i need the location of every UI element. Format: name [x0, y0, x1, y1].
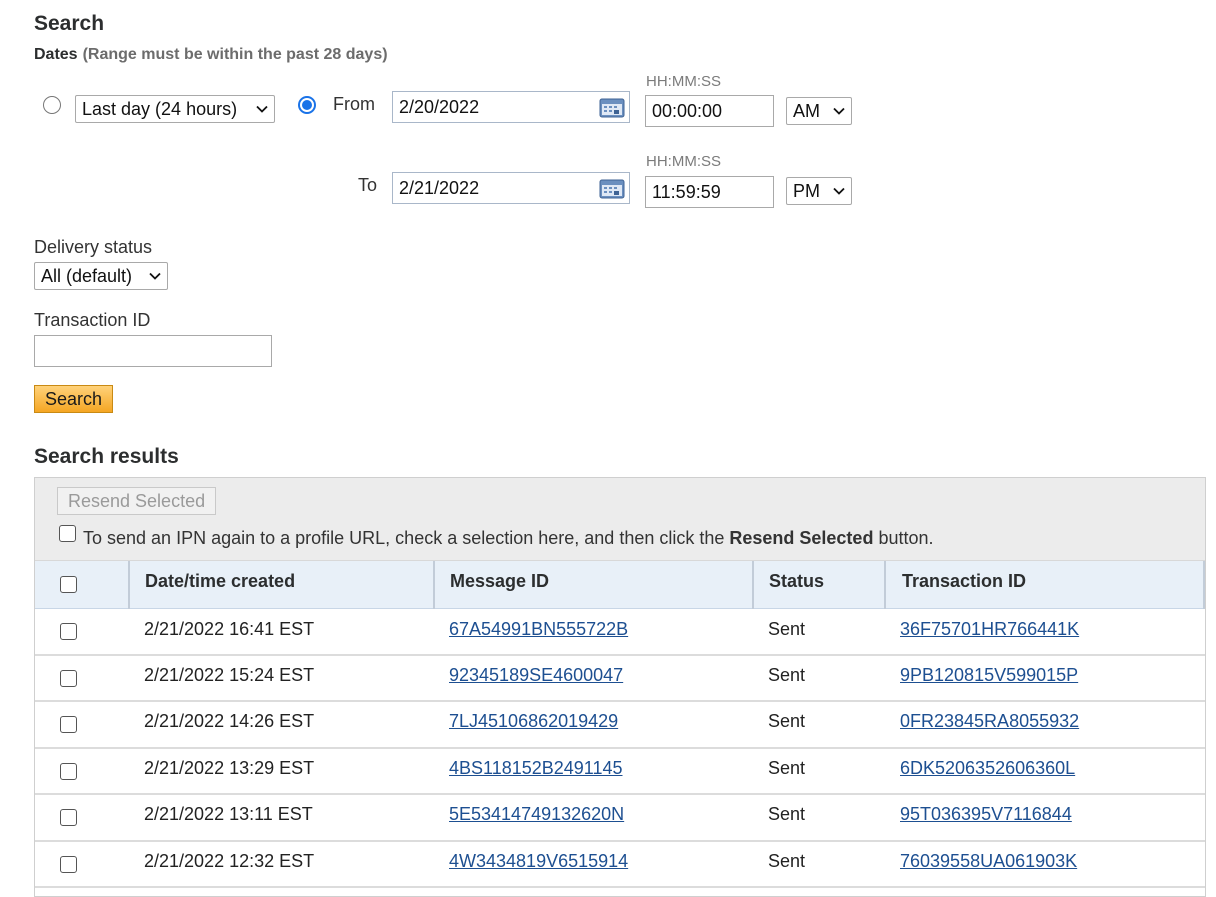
to-date-input[interactable]: 2/21/2022 [392, 172, 630, 204]
row-checkbox[interactable] [60, 623, 77, 640]
row-date: 2/21/2022 15:24 EST [144, 664, 315, 685]
range-radio-custom[interactable] [298, 96, 316, 114]
results-panel: Resend Selected To send an IPN again to … [34, 477, 1206, 897]
range-radio-last-day[interactable] [43, 96, 61, 114]
dates-header: Dates (Range must be within the past 28 … [34, 43, 388, 64]
results-table-body: 2/21/2022 16:41 EST 67A54991BN555722B Se… [35, 609, 1205, 888]
table-row: 2/21/2022 13:11 EST 5E53414749132620N Se… [35, 795, 1205, 842]
row-status: Sent [768, 757, 806, 778]
column-header-status[interactable]: Status [752, 561, 884, 609]
results-toolbar: Resend Selected To send an IPN again to … [35, 478, 1205, 561]
column-header-date-label: Date/time created [145, 571, 296, 591]
row-checkbox[interactable] [60, 716, 77, 733]
chevron-down-icon [149, 272, 161, 280]
select-all-checkbox[interactable] [60, 576, 77, 593]
row-message-id-link[interactable]: 7LJ45106862019429 [449, 711, 618, 732]
row-status: Sent [768, 619, 806, 639]
row-transaction-id-link[interactable]: 36F75701HR766441K [900, 619, 1079, 640]
column-header-status-label: Status [769, 571, 825, 591]
to-label: To [358, 175, 378, 195]
resend-toggle-checkbox[interactable] [59, 525, 76, 542]
resend-instructions-bold: Resend Selected [729, 528, 874, 548]
row-transaction-id-link[interactable]: 76039558UA061903K [900, 851, 1077, 872]
to-ampm-value: PM [793, 180, 820, 201]
resend-instructions-prefix: To send an IPN again to a profile URL, c… [83, 528, 730, 548]
row-transaction-id-link[interactable]: 95T036395V7116844 [900, 804, 1072, 825]
row-status: Sent [768, 711, 806, 731]
chevron-down-icon [833, 107, 845, 115]
row-message-id-link[interactable]: 92345189SE4600047 [449, 665, 623, 686]
row-date: 2/21/2022 16:41 EST [144, 619, 315, 639]
row-message-id-link[interactable]: 5E53414749132620N [449, 804, 624, 825]
to-time-input[interactable]: 11:59:59 [645, 176, 774, 208]
delivery-status-select[interactable]: All (default) [34, 262, 168, 290]
delivery-status-label: Delivery status [34, 237, 153, 257]
row-message-id-link[interactable]: 4BS118152B2491145 [449, 758, 623, 779]
dates-note: (Range must be within the past 28 days) [82, 46, 388, 63]
column-header-transaction-id[interactable]: Transaction ID [884, 561, 1205, 609]
chevron-down-icon [256, 105, 268, 113]
table-row: 2/21/2022 13:29 EST 4BS118152B2491145 Se… [35, 749, 1205, 795]
table-row: 2/21/2022 15:24 EST 92345189SE4600047 Se… [35, 656, 1205, 702]
row-status: Sent [768, 850, 806, 871]
row-checkbox[interactable] [60, 762, 77, 780]
row-transaction-id-link[interactable]: 6DK5206352606360L [900, 758, 1075, 779]
to-date-value: 2/21/2022 [399, 177, 480, 198]
row-message-id-link[interactable]: 67A54991BN555722B [449, 619, 628, 640]
row-checkbox[interactable] [60, 669, 77, 687]
to-time-format-hint: HH:MM:SS [646, 153, 721, 170]
table-row: 2/21/2022 12:32 EST 4W3434819V6515914 Se… [35, 842, 1205, 888]
range-select-value: Last day (24 hours) [82, 98, 238, 119]
from-ampm-select[interactable]: AM [786, 97, 852, 125]
column-header-date[interactable]: Date/time created [128, 561, 433, 609]
calendar-icon[interactable] [599, 179, 625, 199]
from-time-input[interactable]: 00:00:00 [645, 95, 774, 127]
row-date: 2/21/2022 12:32 EST [144, 850, 315, 871]
chevron-down-icon [833, 187, 845, 195]
table-row: 2/21/2022 14:26 EST 7LJ45106862019429 Se… [35, 702, 1205, 749]
delivery-status-value: All (default) [41, 265, 133, 286]
resend-selected-button[interactable]: Resend Selected [57, 487, 217, 515]
row-transaction-id-link[interactable]: 0FR23845RA8055932 [900, 711, 1079, 732]
row-date: 2/21/2022 13:11 EST [144, 804, 313, 824]
row-checkbox[interactable] [60, 855, 77, 873]
transaction-id-label: Transaction ID [34, 310, 151, 330]
search-button[interactable]: Search [34, 385, 114, 413]
from-time-value: 00:00:00 [652, 100, 723, 121]
from-time-format-hint: HH:MM:SS [646, 73, 721, 90]
from-label: From [333, 94, 375, 114]
dates-label: Dates [34, 46, 78, 63]
row-transaction-id-link[interactable]: 9PB120815V599015P [900, 665, 1078, 686]
search-results-heading: Search results [34, 445, 179, 468]
to-time-value: 11:59:59 [652, 181, 721, 202]
row-date: 2/21/2022 14:26 EST [144, 711, 315, 731]
row-message-id-link[interactable]: 4W3434819V6515914 [449, 851, 628, 872]
resend-instructions-suffix: button. [873, 528, 934, 548]
transaction-id-input[interactable] [34, 335, 272, 367]
table-header: Date/time created Message ID Status Tran… [35, 561, 1205, 609]
from-date-value: 2/20/2022 [399, 96, 480, 117]
row-status: Sent [768, 664, 806, 685]
from-date-input[interactable]: 2/20/2022 [392, 91, 630, 123]
to-ampm-select[interactable]: PM [786, 177, 852, 205]
calendar-icon[interactable] [599, 98, 625, 118]
from-ampm-value: AM [793, 100, 820, 121]
row-date: 2/21/2022 13:29 EST [144, 757, 315, 778]
row-checkbox[interactable] [60, 809, 77, 826]
column-header-message-id[interactable]: Message ID [433, 561, 752, 609]
search-heading: Search [34, 12, 105, 35]
table-row: 2/21/2022 16:41 EST 67A54991BN555722B Se… [35, 609, 1205, 656]
column-header-message-id-label: Message ID [450, 571, 550, 591]
range-select[interactable]: Last day (24 hours) [75, 95, 275, 123]
resend-instructions: To send an IPN again to a profile URL, c… [83, 528, 933, 549]
row-status: Sent [768, 804, 806, 824]
column-header-transaction-id-label: Transaction ID [902, 571, 1027, 591]
